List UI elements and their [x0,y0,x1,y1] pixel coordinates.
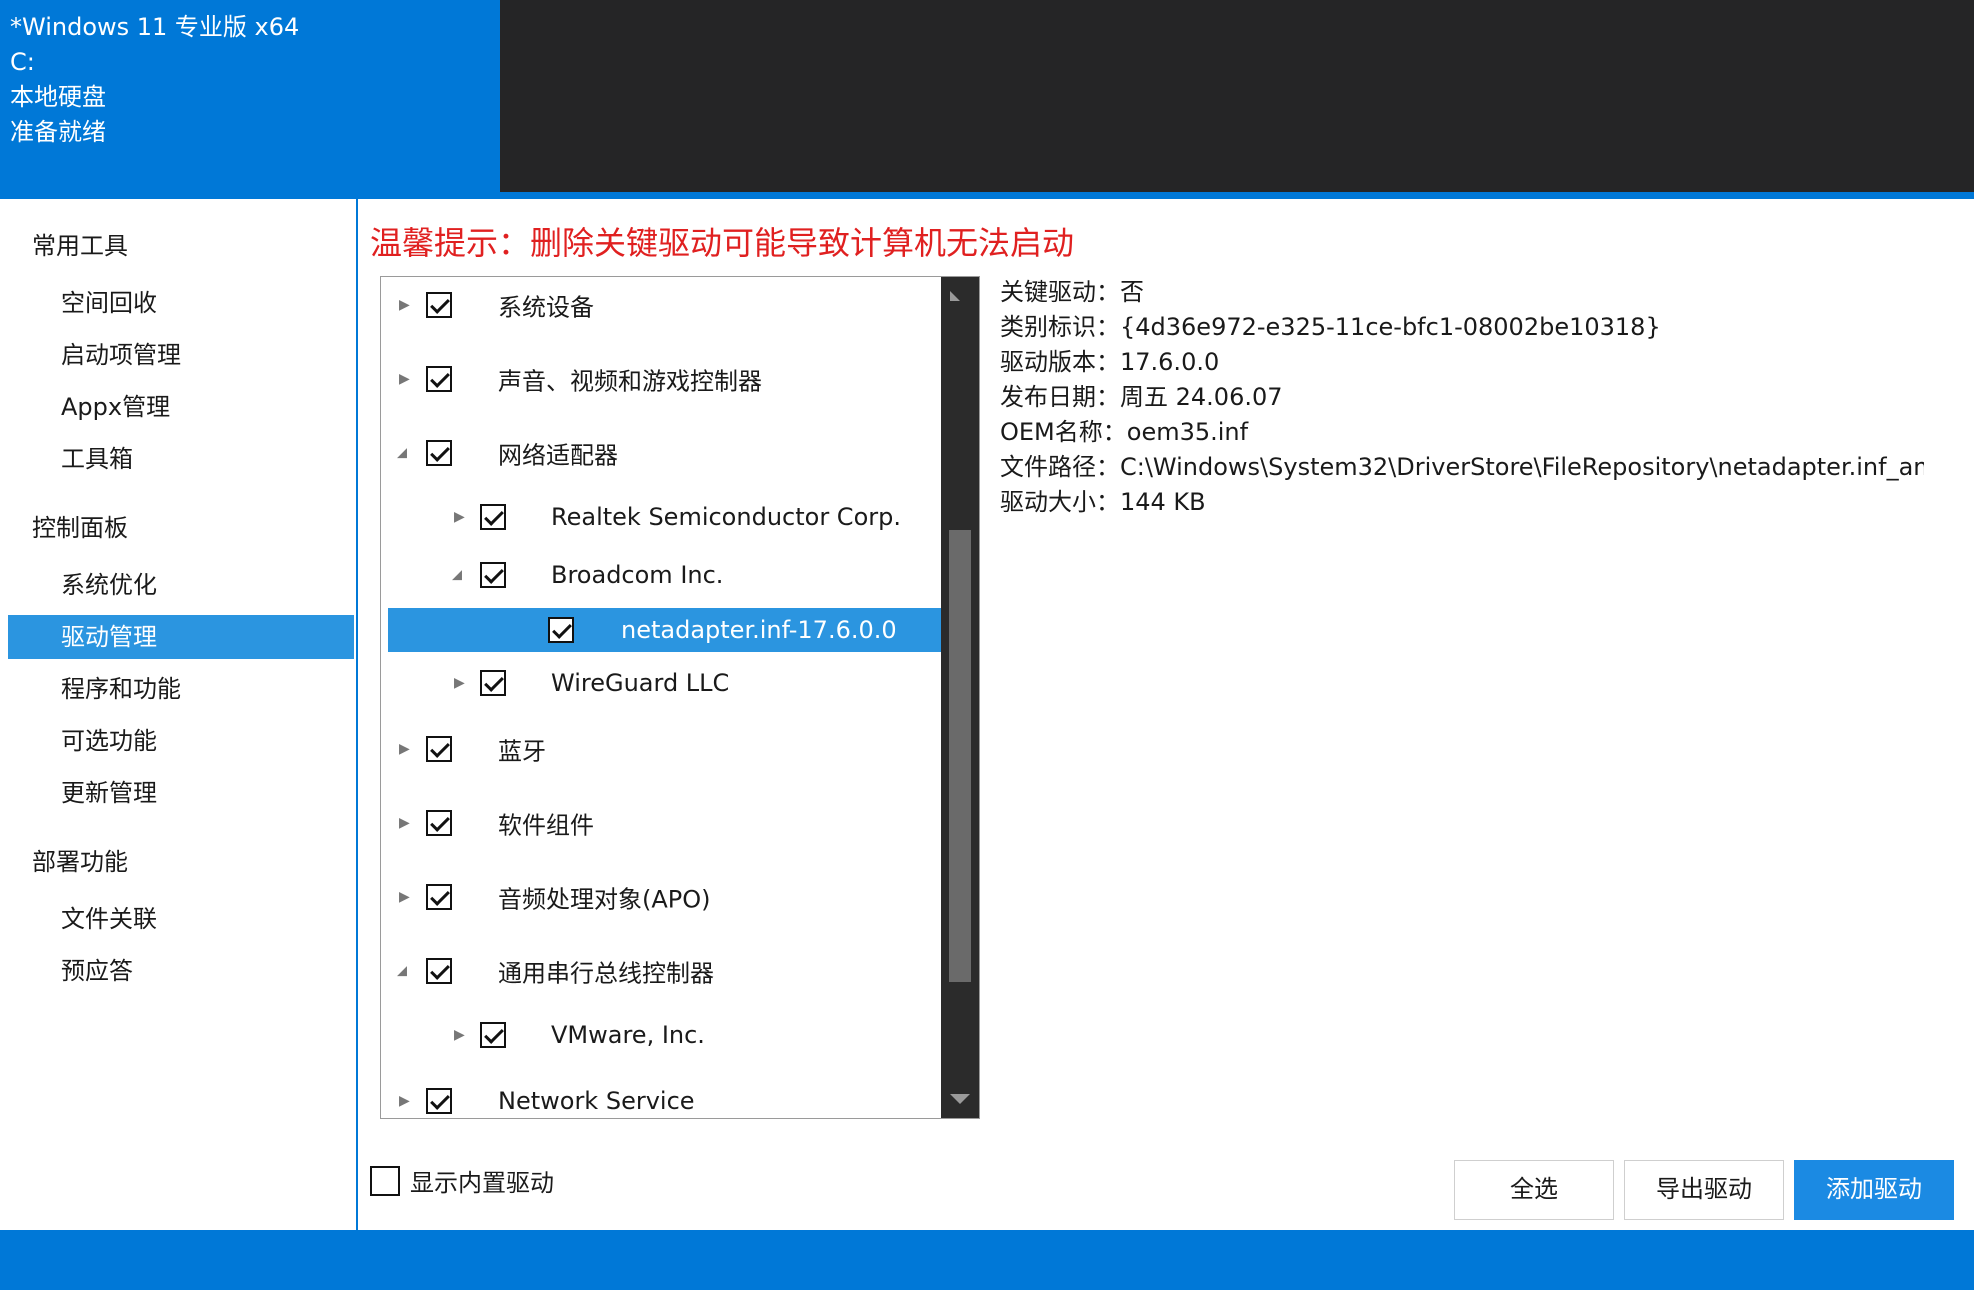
collapse-arrow-icon[interactable]: ◢ [397,447,407,460]
expand-arrow-icon[interactable]: ▶ [399,1094,410,1108]
checkbox-icon[interactable] [426,884,452,910]
tree-node-software-components[interactable]: ▶ 软件组件 [381,795,941,851]
sidebar-item-answer-file[interactable]: 预应答 [8,949,354,993]
checkbox-icon[interactable] [426,810,452,836]
select-all-button[interactable]: 全选 [1454,1160,1614,1220]
title-bar: *Windows 11 专业版 x64 C: 本地硬盘 准备就绪 [0,0,1974,199]
sidebar-category-common-tools: 常用工具 [32,232,128,260]
tree-node-netadapter-inf[interactable]: netadapter.inf-17.6.0.0 [388,608,941,652]
checkbox-icon[interactable] [480,670,506,696]
tree-node-label: 软件组件 [498,811,594,840]
detail-size: 驱动大小：144 KB [1000,488,1206,516]
header-divider [0,192,1974,199]
tree-node-label: 声音、视频和游戏控制器 [498,367,762,396]
image-title: *Windows 11 专业版 x64 [10,13,300,41]
checkbox-icon[interactable] [426,736,452,762]
sidebar-item-space-reclaim[interactable]: 空间回收 [8,281,354,325]
disk-type: 本地硬盘 [10,83,106,111]
checkbox-icon[interactable] [480,562,506,588]
expand-arrow-icon[interactable]: ▶ [399,372,410,386]
show-builtin-checkbox[interactable] [370,1166,400,1196]
sidebar-item-programs-features[interactable]: 程序和功能 [8,667,354,711]
tree-node-sound-video[interactable]: ▶ 声音、视频和游戏控制器 [381,351,941,407]
add-driver-button[interactable]: 添加驱动 [1794,1160,1954,1220]
status-text: 准备就绪 [10,118,106,146]
sidebar-item-file-association[interactable]: 文件关联 [8,897,354,941]
sidebar-category-deploy: 部署功能 [32,848,128,876]
detail-class-id: 类别标识：{4d36e972-e325-11ce-bfc1-08002be103… [1000,313,1661,341]
tree-node-wireguard[interactable]: ▶ WireGuard LLC [381,657,941,709]
expand-arrow-icon[interactable]: ▶ [399,816,410,830]
detail-critical: 关键驱动：否 [1000,278,1144,306]
tree-node-label: Broadcom Inc. [551,561,724,589]
tree-node-label: 蓝牙 [498,737,546,766]
checkbox-icon[interactable] [480,1022,506,1048]
sidebar-category-control-panel: 控制面板 [32,514,128,542]
sidebar-item-system-optimize[interactable]: 系统优化 [8,563,354,607]
tree-node-label: 系统设备 [498,293,594,322]
checkbox-icon[interactable] [426,1088,452,1114]
checkbox-icon[interactable] [426,366,452,392]
tree-scrollbar[interactable] [941,277,979,1118]
checkbox-icon[interactable] [548,617,574,643]
show-builtin-label: 显示内置驱动 [410,1169,554,1197]
tree-node-label: netadapter.inf-17.6.0.0 [621,616,897,644]
scroll-down-icon[interactable] [950,1094,970,1104]
tree-node-broadcom[interactable]: ◢ Broadcom Inc. [381,549,941,601]
sidebar-item-driver-manager[interactable]: 驱动管理 [8,615,354,659]
tree-node-label: Network Service [498,1087,695,1115]
sidebar: 常用工具 空间回收 启动项管理 Appx管理 工具箱 控制面板 系统优化 驱动管… [0,199,358,1230]
tree-node-bluetooth[interactable]: ▶ 蓝牙 [381,721,941,777]
sidebar-item-startup-manager[interactable]: 启动项管理 [8,333,354,377]
expand-arrow-icon[interactable]: ▶ [399,298,410,312]
export-driver-button[interactable]: 导出驱动 [1624,1160,1784,1220]
detail-path: 文件路径：C:\Windows\System32\DriverStore\Fil… [1000,453,1924,481]
tree-node-vmware[interactable]: ▶ VMware, Inc. [381,1009,941,1061]
sidebar-item-toolbox[interactable]: 工具箱 [8,437,354,481]
scroll-up-icon[interactable] [950,291,960,301]
expand-arrow-icon[interactable]: ▶ [399,890,410,904]
expand-arrow-icon[interactable]: ▶ [454,1028,465,1042]
detail-oem: OEM名称：oem35.inf [1000,418,1249,446]
checkbox-icon[interactable] [480,504,506,530]
warning-text: 温馨提示：删除关键驱动可能导致计算机无法启动 [370,224,1075,262]
driver-tree[interactable]: ▶ 系统设备 ▶ 声音、视频和游戏控制器 ◢ 网络适配器 ▶ Realtek S… [380,276,980,1119]
drive-letter: C: [10,48,35,76]
detail-version: 驱动版本：17.6.0.0 [1000,348,1220,376]
tree-node-label: 音频处理对象(APO) [498,885,711,914]
tree-node-audio-processing[interactable]: ▶ 音频处理对象(APO) [381,869,941,925]
tree-node-label: WireGuard LLC [551,669,730,697]
tree-node-label: Realtek Semiconductor Corp. [551,503,901,531]
status-bar [0,1230,1974,1290]
checkbox-icon[interactable] [426,958,452,984]
tree-node-realtek[interactable]: ▶ Realtek Semiconductor Corp. [381,491,941,543]
tree-node-network-adapters[interactable]: ◢ 网络适配器 [381,425,941,481]
tree-node-label: 网络适配器 [498,441,618,470]
expand-arrow-icon[interactable]: ▶ [399,742,410,756]
sidebar-item-optional-features[interactable]: 可选功能 [8,719,354,763]
image-info-panel: *Windows 11 专业版 x64 C: 本地硬盘 准备就绪 [0,0,500,199]
tree-node-label: VMware, Inc. [551,1021,705,1049]
tree-node-usb-controllers[interactable]: ◢ 通用串行总线控制器 [381,943,941,999]
sidebar-item-appx-manager[interactable]: Appx管理 [8,385,354,429]
tree-node-network-service[interactable]: ▶ Network Service [381,1075,941,1118]
checkbox-icon[interactable] [426,440,452,466]
driver-details: 关键驱动：否 类别标识：{4d36e972-e325-11ce-bfc1-080… [1000,275,1924,520]
expand-arrow-icon[interactable]: ▶ [454,676,465,690]
tree-node-label: 通用串行总线控制器 [498,959,714,988]
tree-node-system-devices[interactable]: ▶ 系统设备 [381,277,941,333]
scroll-thumb[interactable] [949,530,971,982]
collapse-arrow-icon[interactable]: ◢ [452,569,462,582]
checkbox-icon[interactable] [426,292,452,318]
detail-date: 发布日期：周五 24.06.07 [1000,383,1283,411]
sidebar-item-update-manager[interactable]: 更新管理 [8,771,354,815]
expand-arrow-icon[interactable]: ▶ [454,510,465,524]
collapse-arrow-icon[interactable]: ◢ [397,965,407,978]
